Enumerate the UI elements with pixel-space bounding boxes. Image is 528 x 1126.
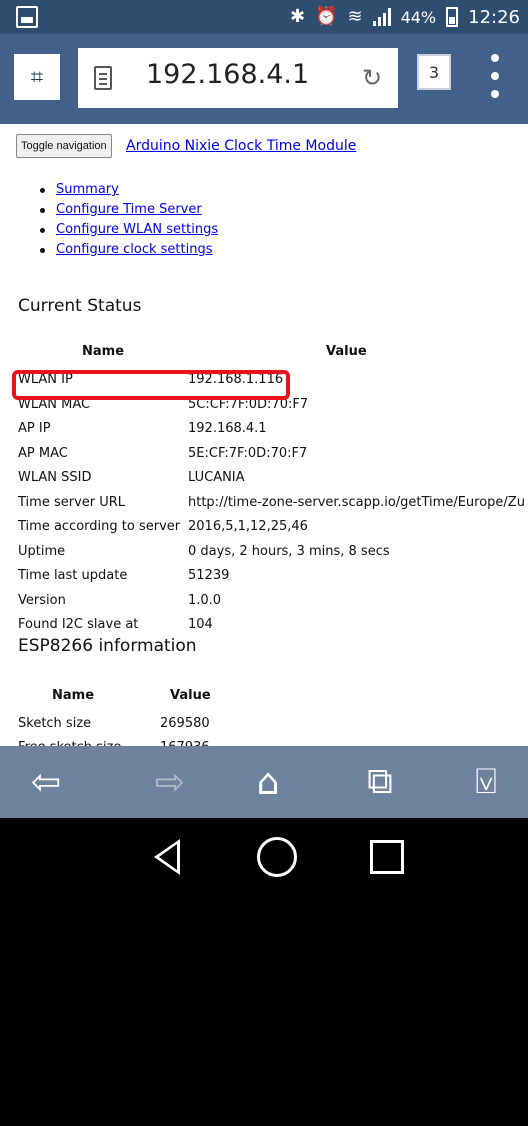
- current-status-heading: Current Status: [18, 296, 142, 316]
- system-nav-bar: [0, 818, 528, 1126]
- brand-link[interactable]: Arduino Nixie Clock Time Module: [126, 134, 356, 158]
- wifi-icon: ≋: [347, 6, 363, 27]
- page-info-icon[interactable]: [94, 66, 112, 90]
- row-name: WLAN SSID: [18, 470, 92, 485]
- row-name: Sketch size: [18, 716, 92, 731]
- forward-arrow-icon[interactable]: ⇨: [146, 758, 194, 806]
- browser-toolbar: ⌗ 192.168.4.1 ↻ 3: [0, 34, 528, 124]
- toggle-navigation-button[interactable]: Toggle navigation: [16, 134, 112, 158]
- row-name: Uptime: [18, 543, 66, 559]
- esp-info-heading: ESP8266 information: [18, 636, 197, 656]
- url-text[interactable]: 192.168.4.1: [146, 59, 309, 90]
- back-arrow-icon[interactable]: ⇦: [22, 758, 70, 806]
- battery-icon: [446, 7, 459, 27]
- row-name: Found I2C slave at: [18, 617, 139, 632]
- status-col-name: Name: [82, 344, 125, 359]
- home-icon[interactable]: ⌂: [244, 758, 292, 806]
- bookmark-icon[interactable]: ⍌: [462, 758, 510, 806]
- row-value: 104: [188, 617, 213, 632]
- nav-item-time-server: Configure Time Server: [36, 200, 218, 220]
- esp-info-table: Name Value Sketch size269580Free sketch …: [18, 688, 358, 746]
- row-name: AP IP: [18, 421, 51, 436]
- esp-col-name: Name: [52, 688, 95, 703]
- row-value: http://time-zone-server.scapp.io/getTime…: [188, 494, 525, 510]
- bottom-toolbar: ⇦ ⇨ ⌂ ⧉ ⍌: [0, 746, 528, 818]
- row-name: AP MAC: [18, 445, 68, 461]
- esp-col-value: Value: [170, 688, 211, 703]
- tab-count-button[interactable]: 3: [417, 54, 451, 90]
- address-bar[interactable]: 192.168.4.1 ↻: [78, 48, 398, 108]
- summary-link[interactable]: Summary: [56, 182, 119, 197]
- row-value: 269580: [160, 716, 210, 731]
- alarm-icon: ⏰: [315, 6, 338, 27]
- web-page: Toggle navigation Arduino Nixie Clock Ti…: [0, 124, 528, 746]
- menu-icon[interactable]: [490, 54, 500, 98]
- nav-list: Summary Configure Time Server Configure …: [36, 180, 218, 260]
- screenshot-icon: [16, 6, 38, 28]
- configure-wlan-link[interactable]: Configure WLAN settings: [56, 222, 218, 237]
- back-triangle-icon: [154, 839, 180, 875]
- row-name: Version: [18, 592, 66, 608]
- row-value: 192.168.4.1: [188, 421, 267, 436]
- status-bar: ✱ ⏰ ≋ 44% 12:26: [0, 0, 528, 34]
- nav-item-wlan: Configure WLAN settings: [36, 220, 218, 240]
- home-circle-icon: [257, 837, 297, 877]
- row-value: LUCANIA: [188, 470, 245, 485]
- home-button[interactable]: [252, 832, 302, 882]
- row-name: Time according to server: [18, 519, 181, 534]
- row-name: Time server URL: [18, 494, 126, 510]
- recents-square-icon: [370, 840, 404, 874]
- bluetooth-icon: ✱: [289, 6, 306, 27]
- recents-button[interactable]: [362, 832, 412, 882]
- qr-code-icon[interactable]: ⌗: [14, 54, 60, 100]
- tabs-icon[interactable]: ⧉: [356, 758, 404, 806]
- configure-clock-link[interactable]: Configure clock settings: [56, 242, 213, 257]
- reload-icon[interactable]: ↻: [362, 64, 382, 92]
- battery-percent: 44%: [400, 7, 437, 27]
- row-value: 2016,5,1,12,25,46: [188, 519, 308, 534]
- signal-icon: [372, 8, 391, 26]
- nav-item-summary: Summary: [36, 180, 218, 200]
- highlight-box: [12, 370, 290, 400]
- row-value: 51239: [188, 568, 230, 583]
- row-name: Time last update: [18, 568, 128, 583]
- configure-time-server-link[interactable]: Configure Time Server: [56, 202, 202, 217]
- status-col-value: Value: [326, 344, 367, 359]
- nav-item-clock: Configure clock settings: [36, 240, 218, 260]
- row-value: 5E:CF:7F:0D:70:F7: [188, 445, 308, 461]
- row-value: 1.0.0: [188, 592, 222, 608]
- row-value: 0 days, 2 hours, 3 mins, 8 secs: [188, 543, 390, 559]
- clock: 12:26: [468, 6, 520, 28]
- back-button[interactable]: [142, 832, 192, 882]
